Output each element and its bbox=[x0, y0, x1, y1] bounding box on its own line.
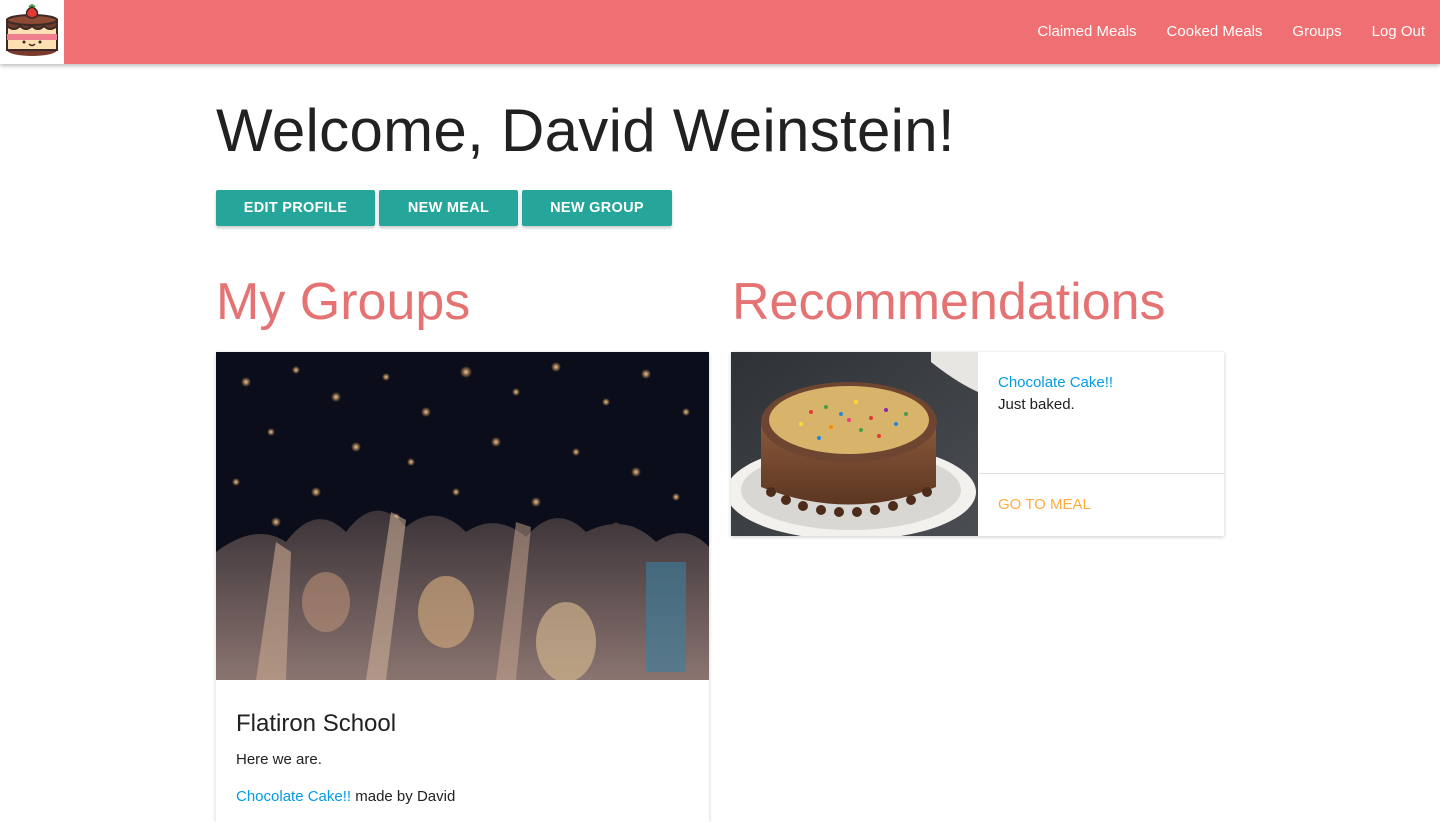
nav-claimed-meals[interactable]: Claimed Meals bbox=[1022, 0, 1151, 64]
recommendation-card: Chocolate Cake!! Just baked. GO TO MEAL bbox=[731, 352, 1224, 536]
nav-cooked-meals[interactable]: Cooked Meals bbox=[1152, 0, 1278, 64]
recommendation-action: GO TO MEAL bbox=[978, 474, 1224, 536]
logo[interactable] bbox=[0, 0, 64, 64]
group-card: Flatiron School Here we are. Chocolate C… bbox=[216, 352, 709, 822]
new-meal-button[interactable]: NEW MEAL bbox=[379, 190, 518, 226]
recommendations-title: Recommendations bbox=[732, 273, 1166, 331]
concert-crowd-image bbox=[216, 352, 709, 680]
group-meal-link[interactable]: Chocolate Cake!! bbox=[236, 788, 351, 805]
nav-links: Claimed Meals Cooked Meals Groups Log Ou… bbox=[1022, 0, 1440, 64]
action-buttons: EDIT PROFILE NEW MEAL NEW GROUP bbox=[216, 190, 676, 226]
chocolate-cake-image bbox=[731, 352, 978, 536]
group-meal-line: Chocolate Cake!! made by David bbox=[236, 788, 689, 805]
group-image bbox=[216, 352, 709, 680]
group-description: Here we are. bbox=[236, 751, 322, 768]
cake-logo-icon bbox=[6, 4, 58, 56]
recommendation-title-link[interactable]: Chocolate Cake!! bbox=[998, 374, 1204, 391]
group-meal-suffix: made by David bbox=[351, 788, 456, 805]
new-group-button[interactable]: NEW GROUP bbox=[522, 190, 672, 226]
welcome-heading: Welcome, David Weinstein! bbox=[216, 97, 955, 164]
edit-profile-button[interactable]: EDIT PROFILE bbox=[216, 190, 375, 226]
group-name: Flatiron School bbox=[236, 710, 397, 737]
recommendation-description: Just baked. bbox=[998, 396, 1075, 413]
nav-groups[interactable]: Groups bbox=[1277, 0, 1356, 64]
recommendation-info: Chocolate Cake!! Just baked. bbox=[978, 352, 1224, 474]
nav-log-out[interactable]: Log Out bbox=[1357, 0, 1440, 64]
my-groups-title: My Groups bbox=[216, 273, 471, 331]
go-to-meal-link[interactable]: GO TO MEAL bbox=[998, 496, 1091, 513]
recommendation-image bbox=[731, 352, 978, 536]
group-body: Flatiron School Here we are. Chocolate C… bbox=[216, 680, 709, 805]
recommendation-content: Chocolate Cake!! Just baked. GO TO MEAL bbox=[978, 352, 1224, 536]
top-navbar: Claimed Meals Cooked Meals Groups Log Ou… bbox=[0, 0, 1440, 64]
